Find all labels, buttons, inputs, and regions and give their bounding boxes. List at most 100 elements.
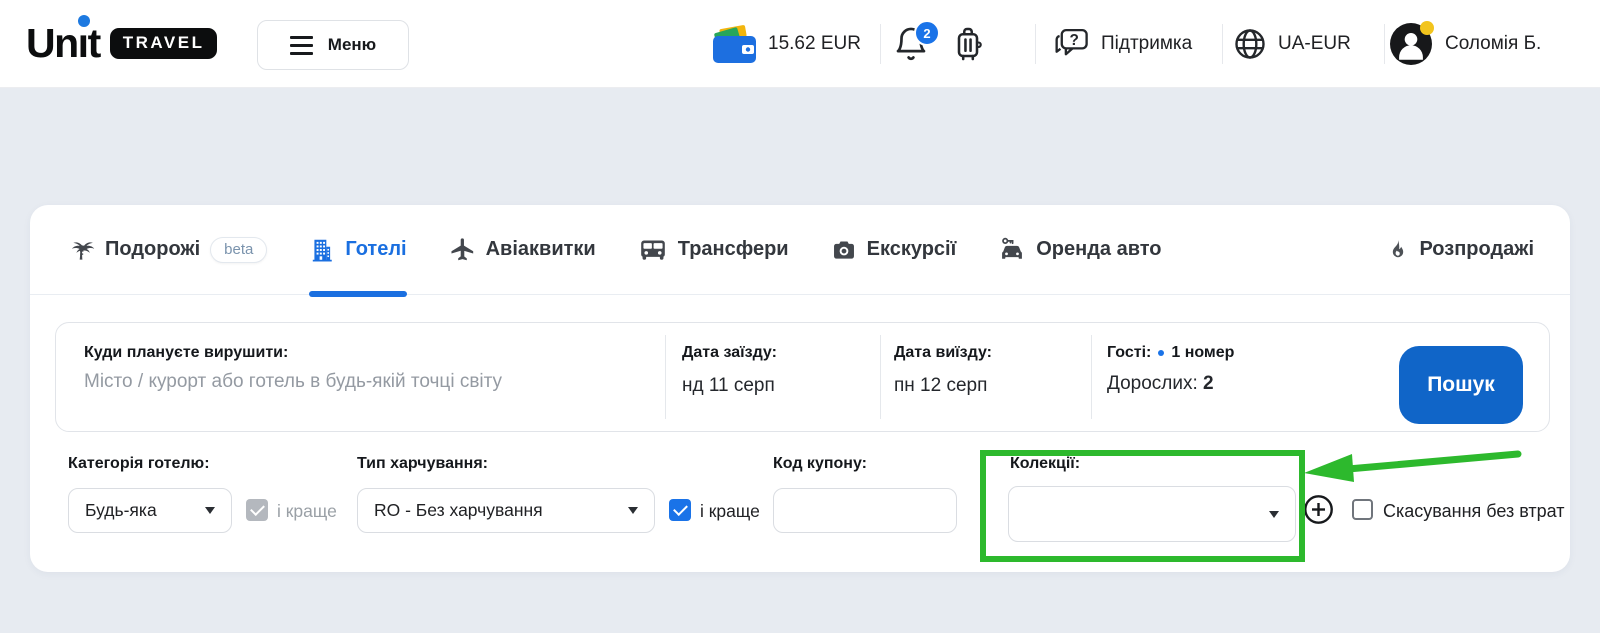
globe-icon <box>1232 26 1268 62</box>
guests-label: Гості: <box>1107 344 1151 362</box>
hamburger-icon <box>290 36 313 55</box>
header-divider <box>1384 24 1385 64</box>
coupon-label: Код купону: <box>773 455 867 473</box>
support-button[interactable]: ? Підтримка <box>1053 0 1192 87</box>
beta-badge: beta <box>210 237 267 263</box>
user-name: Соломія Б. <box>1445 33 1541 55</box>
adults-label: Дорослих: <box>1107 373 1198 394</box>
brand-wordmark: Unıt <box>26 23 100 64</box>
brand-logo[interactable]: Unıt TRAVEL <box>26 0 217 87</box>
guests-rooms: 1 номер <box>1171 344 1234 362</box>
wallet-button[interactable]: 15.62 EUR <box>712 0 861 87</box>
brand-badge: TRAVEL <box>110 28 218 59</box>
status-dot <box>1420 21 1434 35</box>
notifications-button[interactable]: 2 <box>892 0 930 87</box>
checkin-value: нд 11 серп <box>682 375 777 397</box>
trips-luggage-button[interactable] <box>950 0 986 87</box>
suitcase-icon <box>950 24 986 64</box>
collections-select[interactable] <box>1008 486 1296 542</box>
product-tabs: Подорожі beta Готе <box>68 205 1161 294</box>
destination-label: Куди плануєте вирушити: <box>84 344 644 362</box>
category-value: Будь-яка <box>85 500 157 521</box>
category-label: Категорія готелю: <box>68 455 210 473</box>
tab-label: Подорожі <box>105 238 200 261</box>
locale-currency-button[interactable]: UA-EUR <box>1232 0 1351 87</box>
annotation-arrow <box>1296 443 1531 489</box>
tab-car-rental[interactable]: Оренда авто <box>998 205 1161 294</box>
airplane-icon <box>449 236 476 263</box>
adults-value: 2 <box>1203 373 1214 394</box>
free-cancellation-checkbox[interactable] <box>1352 499 1373 520</box>
plus-circle-icon <box>1303 494 1334 525</box>
collections-label: Колекції: <box>1010 455 1080 473</box>
tab-label: Оренда авто <box>1036 238 1161 261</box>
hotel-building-icon <box>309 237 335 263</box>
hotel-search-bar: Куди плануєте вирушити: Дата заїзду: нд … <box>55 322 1550 432</box>
destination-input[interactable] <box>84 371 644 393</box>
brand-text-un: Un <box>26 20 78 66</box>
category-better-label[interactable]: і краще <box>277 501 337 522</box>
locale-label: UA-EUR <box>1278 33 1351 55</box>
flame-icon <box>1386 237 1410 263</box>
tab-label: Розпродажі <box>1419 238 1534 261</box>
tab-sales[interactable]: Розпродажі <box>1386 205 1534 294</box>
tab-label: Авіаквитки <box>486 238 596 261</box>
chevron-down-icon <box>1269 511 1279 518</box>
guests-field[interactable]: Гості: 1 номер Дорослих: 2 <box>1107 344 1234 452</box>
search-panel: Подорожі beta Готе <box>30 205 1570 572</box>
category-better-checkbox[interactable] <box>246 499 268 521</box>
menu-button[interactable]: Меню <box>257 20 409 70</box>
checkmark-icon <box>673 501 688 516</box>
tab-excursions[interactable]: Екскурсії <box>831 205 957 294</box>
checkin-date-field[interactable]: Дата заїзду: нд 11 серп <box>682 344 777 452</box>
checkout-date-field[interactable]: Дата виїзду: пн 12 серп <box>894 344 992 452</box>
wallet-balance: 15.62 EUR <box>768 33 861 55</box>
guests-room-dot <box>1158 350 1164 356</box>
checkout-label: Дата виїзду: <box>894 344 992 362</box>
page: Unıt TRAVEL Меню 15.62 EUR 2 <box>0 0 1600 633</box>
meal-better-label[interactable]: і краще <box>700 501 760 522</box>
searchbar-divider <box>880 335 881 419</box>
wallet-icon <box>712 24 758 64</box>
checkmark-icon <box>250 501 265 516</box>
tab-transfers[interactable]: Трансфери <box>638 205 789 294</box>
account-button[interactable]: Соломія Б. <box>1390 0 1541 87</box>
header-divider <box>1035 24 1036 64</box>
header-divider <box>880 24 881 64</box>
add-filter-button[interactable] <box>1303 494 1334 525</box>
svg-text:?: ? <box>1070 31 1079 48</box>
tab-label: Екскурсії <box>867 238 957 261</box>
support-label: Підтримка <box>1101 33 1192 55</box>
camera-icon <box>831 237 857 263</box>
meal-type-value: RO - Без харчування <box>374 500 543 521</box>
destination-field[interactable]: Куди плануєте вирушити: <box>84 344 644 452</box>
tab-hotels[interactable]: Готелі <box>309 205 406 294</box>
chevron-down-icon <box>628 507 638 514</box>
bus-icon <box>638 236 668 263</box>
search-button[interactable]: Пошук <box>1399 346 1523 424</box>
coupon-input[interactable] <box>773 488 957 533</box>
tab-flights[interactable]: Авіаквитки <box>449 205 596 294</box>
tabs-separator <box>30 294 1570 295</box>
tab-label: Трансфери <box>678 238 789 261</box>
meal-type-label: Тип харчування: <box>357 455 488 473</box>
tab-label: Готелі <box>345 238 406 261</box>
chevron-down-icon <box>205 507 215 514</box>
avatar <box>1390 23 1432 65</box>
category-select[interactable]: Будь-яка <box>68 488 232 533</box>
checkout-value: пн 12 серп <box>894 375 992 397</box>
menu-button-label: Меню <box>328 35 376 55</box>
app-header: Unıt TRAVEL Меню 15.62 EUR 2 <box>0 0 1600 88</box>
notifications-badge: 2 <box>914 20 940 46</box>
logo-dot <box>78 15 90 27</box>
searchbar-divider <box>665 335 666 419</box>
free-cancellation-label[interactable]: Скасування без втрат <box>1383 501 1565 522</box>
checkin-label: Дата заїзду: <box>682 344 777 362</box>
tab-travels[interactable]: Подорожі beta <box>68 205 267 294</box>
meal-type-select[interactable]: RO - Без харчування <box>357 488 655 533</box>
searchbar-divider <box>1091 335 1092 419</box>
palm-tree-icon <box>68 236 95 263</box>
meal-better-checkbox[interactable] <box>669 499 691 521</box>
header-divider <box>1222 24 1223 64</box>
car-key-icon <box>998 236 1026 264</box>
